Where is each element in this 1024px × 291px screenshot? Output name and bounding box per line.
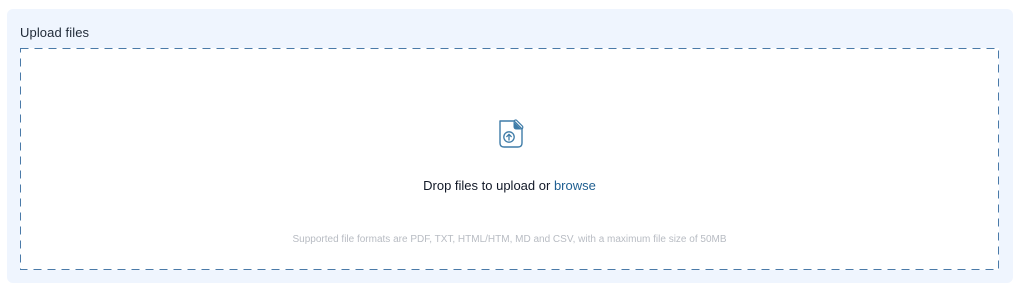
file-upload-icon <box>494 117 526 149</box>
browse-link[interactable]: browse <box>554 178 596 193</box>
drop-text: Drop files to upload or <box>423 178 551 193</box>
supported-formats-text: Supported file formats are PDF, TXT, HTM… <box>292 234 727 245</box>
upload-panel: Upload files Drop files to upload or bro… <box>7 9 1013 283</box>
upload-panel-title: Upload files <box>20 25 90 40</box>
drop-instructions: Drop files to upload or browse <box>20 177 999 194</box>
file-dropzone[interactable]: Drop files to upload or browse Supported… <box>20 48 999 270</box>
